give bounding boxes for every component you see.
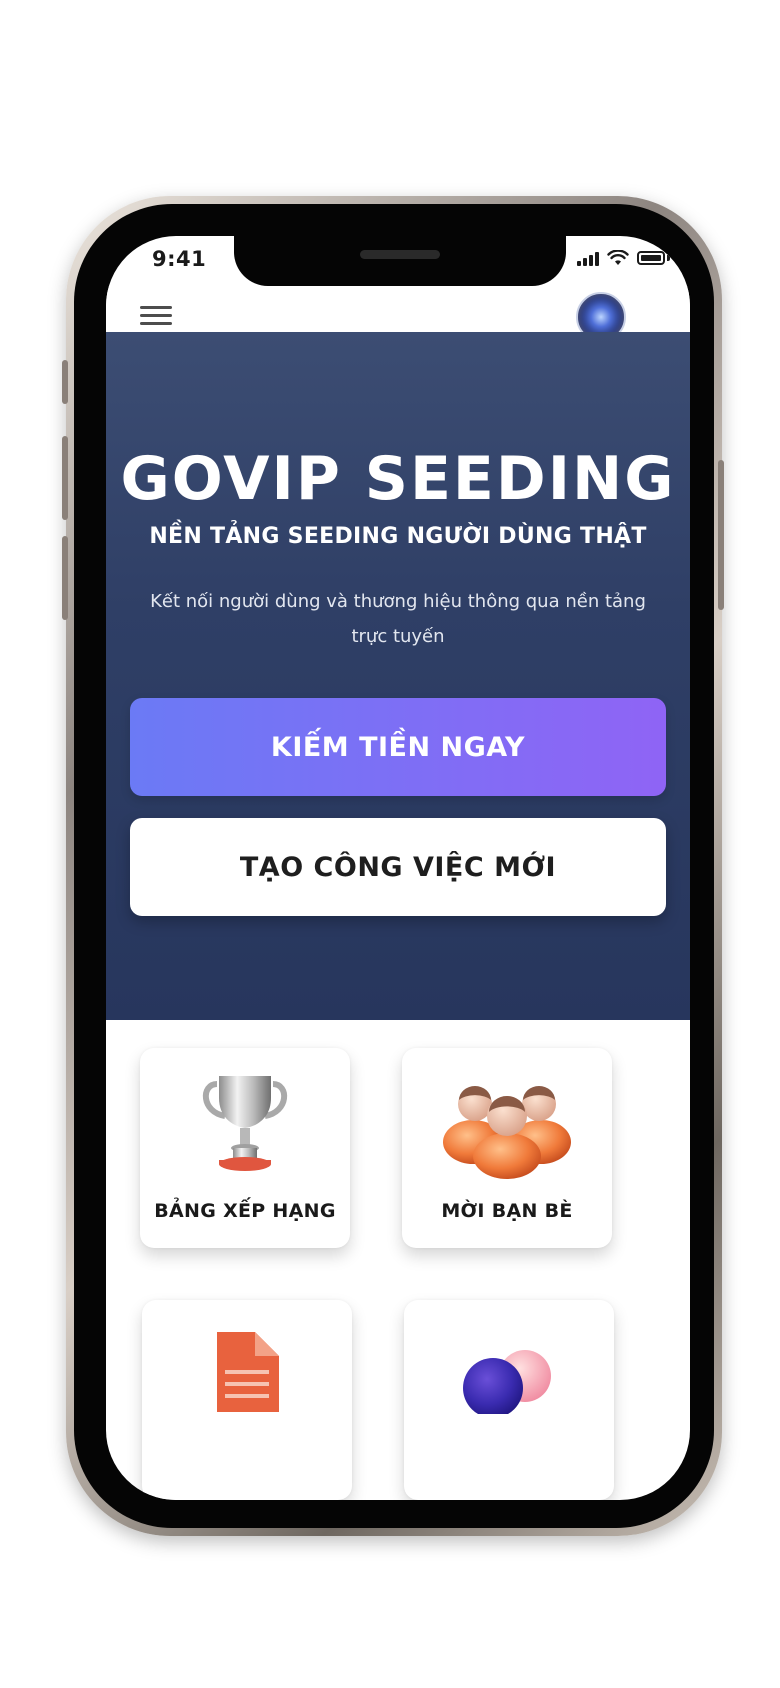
power-button (718, 460, 724, 610)
volume-up-button (62, 436, 68, 520)
hero-section: GOVIP SEEDING NỀN TẢNG SEEDING NGƯỜI DÙN… (106, 332, 690, 1020)
volume-down-button (62, 536, 68, 620)
create-task-button[interactable]: TẠO CÔNG VIỆC MỚI (130, 818, 666, 916)
status-time: 9:41 (152, 247, 207, 271)
earn-money-button[interactable]: KIẾM TIỀN NGAY (130, 698, 666, 796)
hero-description: Kết nối người dùng và thương hiệu thông … (150, 591, 646, 647)
mute-switch (62, 360, 68, 404)
feature-card-leaderboard[interactable]: BẢNG XẾP HẠNG (140, 1048, 350, 1248)
battery-icon (637, 251, 665, 265)
notch (234, 236, 566, 286)
phone-screen: 9:41 GOVIP SEEDING NỀN TẢNG SEEDING NGƯỜ… (106, 236, 690, 1500)
document-icon (217, 1332, 279, 1412)
bubbles-icon (463, 1350, 551, 1414)
hamburger-menu-icon[interactable] (140, 302, 172, 328)
feature-card-document[interactable] (142, 1300, 352, 1500)
wifi-icon (607, 250, 629, 265)
friends-icon (443, 1086, 571, 1179)
feature-card-bubbles[interactable] (404, 1300, 614, 1500)
hero-title: GOVIP SEEDING (120, 444, 676, 514)
speaker-grille (360, 250, 440, 259)
status-icons (577, 250, 670, 266)
feature-label: MỜI BẠN BÈ (441, 1200, 573, 1222)
feature-label: BẢNG XẾP HẠNG (154, 1200, 336, 1222)
battery-cap (667, 255, 670, 261)
trophy-icon (202, 1076, 288, 1171)
feature-card-invite-friends[interactable]: MỜI BẠN BÈ (402, 1048, 612, 1248)
hero-subtitle: NỀN TẢNG SEEDING NGƯỜI DÙNG THẬT (149, 524, 647, 549)
signal-icon (577, 251, 599, 266)
